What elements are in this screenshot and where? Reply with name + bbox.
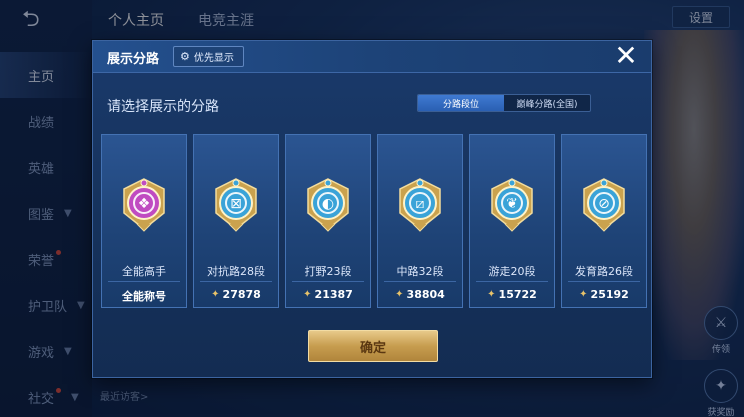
all-round-emblem-icon: ❖ xyxy=(123,178,165,232)
lane-card-score: ✦ 27878 xyxy=(194,288,278,301)
svg-text:❦: ❦ xyxy=(506,196,518,212)
close-icon[interactable]: ✕ xyxy=(613,42,639,71)
card-divider xyxy=(108,281,180,282)
lane-card-score-value: 15722 xyxy=(498,288,537,301)
clash-lane-emblem-icon: ⊠ xyxy=(215,178,257,232)
lane-display-dialog: 展示分路 ⚙ 优先显示 ✕ 请选择展示的分路 分路段位 巅峰分路(全国) ❖ 全能… xyxy=(92,40,652,378)
confirm-button[interactable]: 确定 xyxy=(308,330,438,362)
toggle-peak-lane[interactable]: 巅峰分路(全国) xyxy=(504,95,590,111)
lane-card-farm-lane[interactable]: ⊘ 发育路26段 ✦ 25192 xyxy=(561,134,647,308)
svg-text:⊘: ⊘ xyxy=(598,196,610,212)
rank-points-icon: ✦ xyxy=(303,289,312,300)
svg-text:◐: ◐ xyxy=(322,196,334,212)
lane-card-score-value: 27878 xyxy=(222,288,261,301)
lane-card-mid-lane[interactable]: ⧄ 中路32段 ✦ 38804 xyxy=(377,134,463,308)
lane-card-name: 打野23段 xyxy=(304,265,352,278)
roam-emblem-icon: ❦ xyxy=(491,178,533,232)
lane-card-name: 全能高手 xyxy=(122,265,166,278)
mid-lane-emblem-icon: ⧄ xyxy=(399,178,441,232)
card-divider xyxy=(384,281,456,282)
lane-card-name: 中路32段 xyxy=(396,265,444,278)
gear-icon: ⚙ xyxy=(180,50,190,63)
lane-card-clash-lane[interactable]: ⊠ 对抗路28段 ✦ 27878 xyxy=(193,134,279,308)
confirm-label: 确定 xyxy=(359,340,386,356)
lane-card-score: ✦ 25192 xyxy=(562,288,646,301)
lane-card-name: 发育路26段 xyxy=(575,265,633,278)
lane-card-roam[interactable]: ❦ 游走20段 ✦ 15722 xyxy=(469,134,555,308)
lane-card-score: ✦ 21387 xyxy=(286,288,370,301)
lane-card-score: ✦ 15722 xyxy=(470,288,554,301)
rank-points-icon: ✦ xyxy=(579,289,588,300)
lane-card-all-round[interactable]: ❖ 全能高手全能称号 xyxy=(101,134,187,308)
lane-card-score-value: 21387 xyxy=(314,288,353,301)
card-divider xyxy=(476,281,548,282)
lane-mode-toggle: 分路段位 巅峰分路(全国) xyxy=(417,94,591,112)
svg-text:⧄: ⧄ xyxy=(416,196,425,212)
rank-points-icon: ✦ xyxy=(395,289,404,300)
card-divider xyxy=(568,281,640,282)
rank-points-icon: ✦ xyxy=(487,289,496,300)
lane-card-name: 游走20段 xyxy=(488,265,536,278)
lane-card-score-value: 38804 xyxy=(406,288,445,301)
priority-label: 优先显示 xyxy=(193,53,234,64)
lane-card-title-label: 全能称号 xyxy=(122,290,166,303)
lane-card-name: 对抗路28段 xyxy=(207,265,265,278)
rank-points-icon: ✦ xyxy=(211,289,220,300)
dialog-header: 展示分路 ⚙ 优先显示 ✕ xyxy=(93,41,651,73)
svg-text:❖: ❖ xyxy=(138,196,151,212)
svg-text:⊠: ⊠ xyxy=(230,196,242,212)
jungle-emblem-icon: ◐ xyxy=(307,178,349,232)
dialog-title: 展示分路 xyxy=(107,52,160,67)
priority-display-button[interactable]: ⚙ 优先显示 xyxy=(173,46,244,67)
lane-card-score-value: 25192 xyxy=(590,288,629,301)
lane-card-score: ✦ 38804 xyxy=(378,288,462,301)
lane-card-jungle[interactable]: ◐ 打野23段 ✦ 21387 xyxy=(285,134,371,308)
farm-lane-emblem-icon: ⊘ xyxy=(583,178,625,232)
toggle-lane-rank[interactable]: 分路段位 xyxy=(418,95,504,111)
lane-cards: ❖ 全能高手 全能称号 ⊠ 对抗路28段 ✦ 27878 ◐ 打野23段 ✦ 21387 ⧄ 中路32段… xyxy=(101,134,647,308)
card-divider xyxy=(292,281,364,282)
card-divider xyxy=(200,281,272,282)
dialog-subtitle: 请选择展示的分路 xyxy=(107,99,219,115)
